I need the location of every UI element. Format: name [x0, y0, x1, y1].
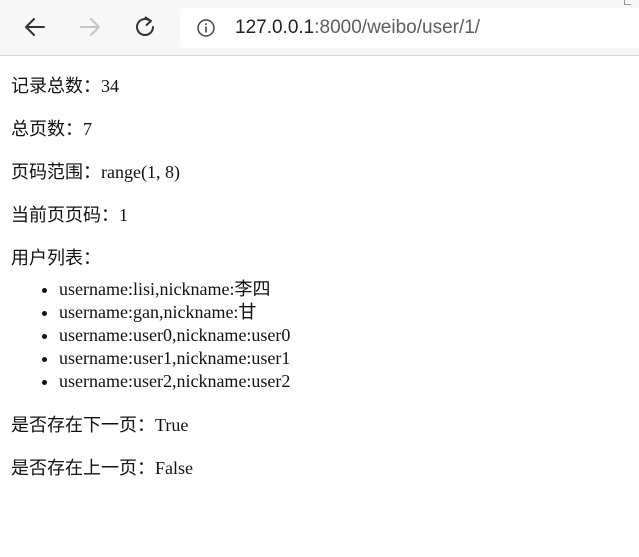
page-range: 页码范围：range(1, 8)	[11, 162, 180, 182]
arrow-right-icon	[80, 18, 100, 36]
url-path: :8000/weibo/user/1/	[314, 17, 481, 38]
url-host: 127.0.0.1	[235, 17, 315, 38]
reload-icon	[136, 16, 154, 36]
list-item: username:lisi,nickname:李四	[59, 278, 628, 301]
arrow-left-icon	[25, 18, 45, 36]
page-content: 记录总数：34 总页数：7 页码范围：range(1, 8) 当前页页码：1 用…	[0, 56, 639, 479]
list-item: username:user1,nickname:user1	[59, 347, 628, 370]
list-item: username:gan,nickname:甘	[59, 301, 628, 324]
browser-toolbar: 127.0.0.1:8000/weibo/user/1/	[0, 0, 639, 56]
back-button[interactable]	[18, 10, 52, 44]
has-previous-page: 是否存在上一页：False	[11, 458, 193, 478]
address-bar[interactable]: 127.0.0.1:8000/weibo/user/1/	[180, 8, 639, 48]
list-item: username:user0,nickname:user0	[59, 324, 628, 347]
url-text[interactable]: 127.0.0.1:8000/weibo/user/1/	[235, 17, 480, 39]
reload-button[interactable]	[128, 10, 162, 44]
user-list-label: 用户列表：	[11, 248, 101, 268]
total-records: 记录总数：34	[11, 76, 119, 96]
user-list: username:lisi,nickname:李四 username:gan,n…	[11, 278, 628, 393]
total-pages: 总页数：7	[11, 119, 92, 139]
window-edge-decoration	[624, 0, 631, 5]
has-next-page: 是否存在下一页：True	[11, 415, 189, 435]
forward-button[interactable]	[73, 10, 107, 44]
current-page: 当前页页码：1	[11, 205, 128, 225]
info-circle-icon[interactable]	[196, 18, 216, 38]
list-item: username:user2,nickname:user2	[59, 370, 628, 393]
